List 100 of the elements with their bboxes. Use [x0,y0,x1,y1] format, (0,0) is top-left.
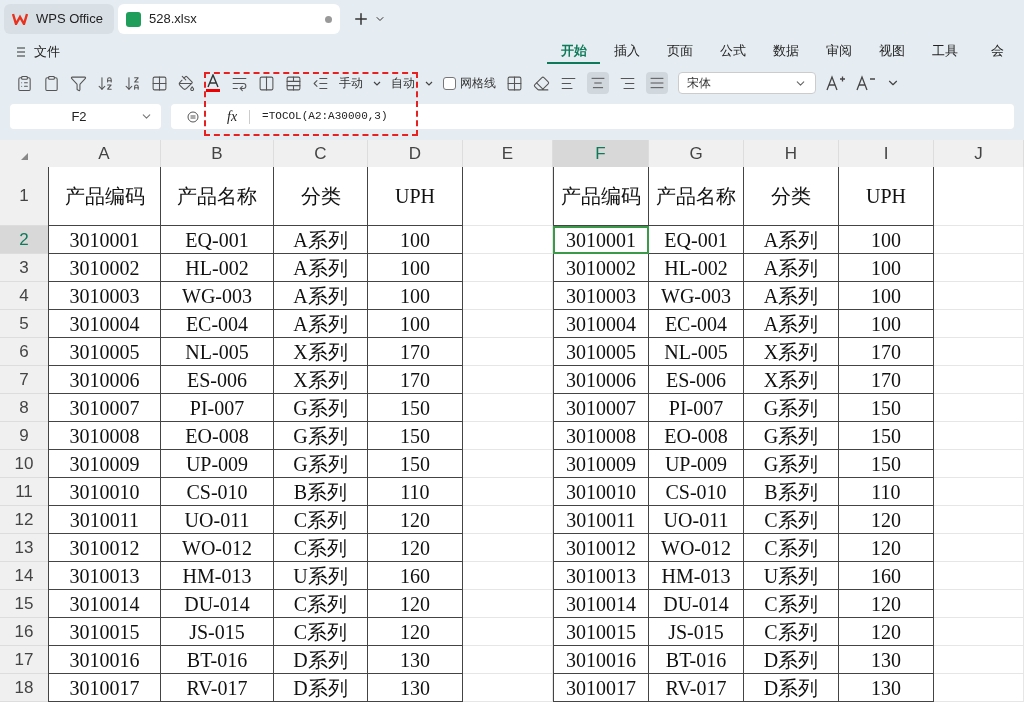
eraser-icon[interactable] [533,74,550,92]
app-tab[interactable]: 528.xlsx [118,4,340,34]
file-menu[interactable]: 文件 [34,42,60,62]
table-cell: 3010010 [48,478,161,506]
ribbon-tab[interactable]: 视图 [865,40,918,64]
row-height-dropdown[interactable]: 手动 [339,74,363,92]
gridlines-checkbox[interactable]: 网格线 [443,74,496,92]
sort-ascending-icon[interactable] [97,74,114,92]
table-cell: EO-008 [649,422,744,450]
table-cell: EO-008 [161,422,274,450]
table-cell: 3010012 [553,534,649,562]
table-cell: 110 [368,478,463,506]
ribbon-tab[interactable]: 开始 [547,40,600,64]
align-center-button[interactable] [587,72,609,94]
caret-icon[interactable] [425,80,433,86]
table-cell: PI-007 [161,394,274,422]
table-cell: UPH [839,167,934,226]
paste-values-icon[interactable] [16,74,33,92]
table-cell: X系列 [744,338,839,366]
font-color-icon[interactable] [205,74,221,92]
table-cell: 150 [839,450,934,478]
table-cell: 150 [368,394,463,422]
table-cell: A系列 [744,310,839,338]
table-cell: 120 [839,534,934,562]
table-cell: 3010013 [48,562,161,590]
table-cell: 120 [368,590,463,618]
table-cell: UO-011 [161,506,274,534]
ribbon-tab[interactable]: 审阅 [812,40,865,64]
formula-field[interactable]: fx =TOCOL(A2:A30000,3) [171,104,1014,129]
table-cell: 产品编码 [48,167,161,226]
merge-cells-icon[interactable] [285,74,302,92]
caret-icon[interactable] [373,80,381,86]
menu-icon[interactable] [16,47,26,57]
ribbon-tab[interactable]: 插入 [600,40,653,64]
table-cell: EC-004 [161,310,274,338]
table-cell: 3010017 [553,674,649,702]
table-cell: 3010004 [553,310,649,338]
table-cell: U系列 [274,562,368,590]
table-cell: 3010016 [48,646,161,674]
ribbon-tab[interactable]: 页面 [653,40,706,64]
table-cell: 100 [368,254,463,282]
table-cell: 3010017 [48,674,161,702]
ribbon-tab[interactable]: 工具 [918,40,971,64]
table-cell: D系列 [274,674,368,702]
table-cell: 产品名称 [649,167,744,226]
table-cell: UP-009 [649,450,744,478]
row-header[interactable]: 2 [0,226,48,254]
new-tab-icon[interactable] [352,10,370,28]
table-cell: 产品名称 [161,167,274,226]
fill-color-icon[interactable] [178,74,195,92]
table-cell: 120 [368,618,463,646]
formula-text: =TOCOL(A2:A30000,3) [262,109,388,125]
table-cell: 170 [368,338,463,366]
table-cell: A系列 [744,226,839,254]
table-cell: 3010015 [48,618,161,646]
table-cell: 3010005 [48,338,161,366]
table-cell: HL-002 [161,254,274,282]
table-cell: 100 [839,310,934,338]
table-cell: C系列 [744,506,839,534]
table-cell: EQ-001 [161,226,274,254]
table-cell: HM-013 [649,562,744,590]
table-cell: WO-012 [161,534,274,562]
table-cell: 3010014 [48,590,161,618]
table-cell: 3010015 [553,618,649,646]
table-cell: B系列 [744,478,839,506]
table-cell: UP-009 [161,450,274,478]
ribbon-tab[interactable]: 会 [971,40,1024,64]
column-header[interactable]: F [553,140,649,167]
table-cell: 3010003 [48,282,161,310]
fx-label: fx [227,108,238,126]
table-cell: A系列 [744,254,839,282]
column-width-dropdown[interactable]: 自动 [391,74,415,92]
ribbon-tab[interactable]: 数据 [759,40,812,64]
ribbon-tab[interactable]: 公式 [706,40,759,64]
table-cell: 170 [839,338,934,366]
select-all-icon[interactable] [20,153,28,160]
table-cell: 产品编码 [553,167,649,226]
table-cell: CS-010 [161,478,274,506]
decrease-font-icon[interactable] [856,75,876,91]
table-cell: C系列 [744,590,839,618]
table-cell: 120 [368,506,463,534]
font-select[interactable]: 宋体 [678,72,816,94]
name-box[interactable]: F2 [10,104,161,129]
justify-button[interactable] [646,72,668,94]
zoom-icon[interactable] [187,110,199,123]
borders-icon[interactable] [151,74,168,92]
increase-font-icon[interactable] [826,75,846,91]
clipboard-icon[interactable] [43,74,60,92]
app-tab[interactable]: WPS Office [4,4,114,34]
sort-descending-icon[interactable] [124,74,141,92]
table-icon[interactable] [506,74,523,92]
table-cell: 3010009 [48,450,161,478]
columns-icon[interactable] [258,74,275,92]
tab-label: 528.xlsx [149,10,198,29]
table-cell: JS-015 [161,618,274,646]
table-cell: 100 [839,254,934,282]
table-cell: DU-014 [161,590,274,618]
filter-icon[interactable] [70,74,87,92]
table-cell: 3010011 [48,506,161,534]
table-cell: C系列 [274,590,368,618]
